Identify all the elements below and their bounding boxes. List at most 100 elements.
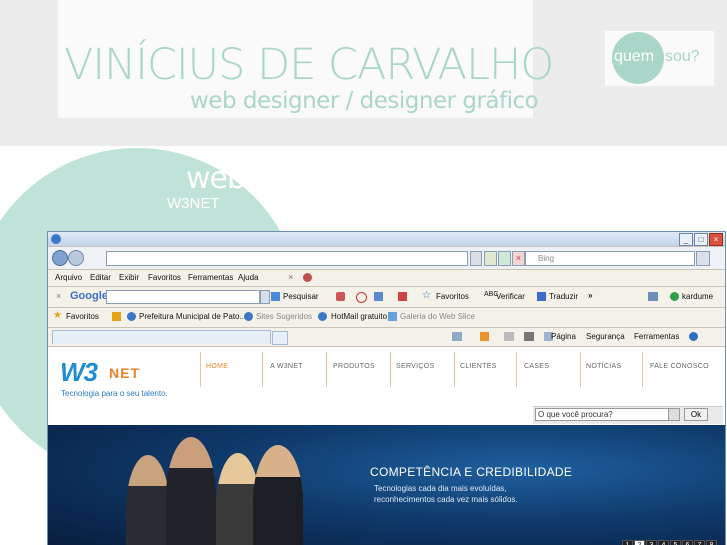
- url-dropdown-icon[interactable]: [470, 251, 482, 266]
- person-image: [126, 455, 170, 545]
- pesquisar-button[interactable]: Pesquisar: [283, 292, 319, 301]
- person-image: [253, 445, 303, 545]
- google-dropdown-icon[interactable]: [260, 290, 270, 304]
- nav-divider: [390, 352, 391, 387]
- nav-divider: [642, 352, 643, 387]
- autofill-icon[interactable]: [398, 292, 407, 301]
- verificar-button[interactable]: Verificar: [496, 292, 525, 301]
- google-favoritos-button[interactable]: Favoritos: [436, 292, 469, 301]
- favorites-bar: ★ Favoritos Prefeitura Municipal de Pato…: [48, 308, 725, 328]
- ie-page-icon: [244, 312, 253, 321]
- nav-divider: [200, 352, 201, 387]
- print-icon[interactable]: [524, 332, 534, 341]
- banner-page-7[interactable]: 7: [694, 540, 705, 545]
- pesquisar-icon: [271, 292, 280, 301]
- more-chevron-icon[interactable]: »: [588, 291, 592, 300]
- webpage-viewport: W3 NET Tecnologia para o seu talento. HO…: [48, 347, 725, 545]
- new-tab-icon[interactable]: [272, 331, 288, 345]
- site-search-input[interactable]: O que você procura?: [535, 408, 679, 421]
- traduzir-button[interactable]: Traduzir: [549, 292, 578, 301]
- popup-blocker-icon[interactable]: [356, 292, 367, 303]
- command-bar: Página Segurança Ferramentas: [48, 328, 725, 347]
- hero-banner: COMPETÊNCIA E CREDIBILIDADE Tecnologias …: [48, 425, 725, 545]
- nav-noticias[interactable]: NOTÍCIAS: [586, 363, 621, 370]
- menu-favoritos[interactable]: Favoritos: [148, 273, 181, 282]
- close-toolbar-icon[interactable]: ×: [288, 272, 293, 282]
- menu-ajuda[interactable]: Ajuda: [238, 273, 258, 282]
- favorites-button[interactable]: Favoritos: [66, 312, 99, 321]
- google-search-input[interactable]: [106, 290, 260, 304]
- ie-page-icon: [127, 312, 136, 321]
- google-toolbar: × Google Pesquisar ☆ Favoritos ABC Verif…: [48, 287, 725, 308]
- favorite-item-webslice[interactable]: Galeria do Web Slice: [400, 312, 475, 321]
- maximize-icon[interactable]: □: [694, 233, 708, 246]
- nav-cases[interactable]: CASES: [524, 363, 549, 370]
- nav-divider: [454, 352, 455, 387]
- pagina-menu[interactable]: Página: [551, 332, 576, 341]
- site-owner-role: web designer / designer gráfico: [190, 88, 539, 114]
- share-icon[interactable]: [374, 292, 383, 301]
- project-category: web site: [186, 161, 305, 196]
- ferramentas-menu[interactable]: Ferramentas: [634, 332, 679, 341]
- about-link-label-sou[interactable]: sou?: [665, 48, 700, 66]
- google-user[interactable]: kardume: [682, 292, 713, 301]
- browser-tab[interactable]: [52, 330, 271, 344]
- minimize-icon[interactable]: _: [679, 233, 693, 246]
- nav-a-w3net[interactable]: A W3NET: [270, 363, 303, 370]
- w3net-logo[interactable]: W3: [60, 357, 98, 388]
- banner-page-5[interactable]: 5: [670, 540, 681, 545]
- add-favorite-icon[interactable]: [112, 312, 121, 321]
- favorite-item-sugeridos[interactable]: Sites Sugeridos: [256, 312, 312, 321]
- back-icon[interactable]: [52, 250, 68, 266]
- search-icon[interactable]: [696, 251, 710, 266]
- banner-page-8[interactable]: 8: [706, 540, 717, 545]
- close-google-toolbar-icon[interactable]: ×: [56, 291, 61, 301]
- home-icon[interactable]: [452, 332, 462, 341]
- nav-servicos[interactable]: SERVIÇOS: [396, 363, 434, 370]
- seguranca-menu[interactable]: Segurança: [586, 332, 625, 341]
- site-owner-name: VINÍCIUS DE CARVALHO: [64, 40, 554, 90]
- about-link-label-quem[interactable]: quem: [614, 48, 654, 66]
- toolbar-addon-icon[interactable]: [303, 273, 312, 282]
- stop-icon[interactable]: ×: [512, 251, 525, 266]
- banner-page-2-active[interactable]: 2: [634, 540, 645, 545]
- search-box[interactable]: Bing: [525, 251, 695, 266]
- help-icon[interactable]: [689, 332, 698, 341]
- banner-line-2: reconhecimentos cada vez mais sólidos.: [374, 495, 518, 504]
- menu-arquivo[interactable]: Arquivo: [55, 273, 82, 282]
- wrench-icon[interactable]: [648, 292, 658, 301]
- nav-divider: [516, 352, 517, 387]
- feeds-icon[interactable]: [480, 332, 489, 341]
- site-search-ok-button[interactable]: Ok: [684, 408, 708, 421]
- nav-divider: [580, 352, 581, 387]
- nav-home[interactable]: HOME: [206, 363, 228, 370]
- favorite-item-hotmail[interactable]: HotMail gratuito: [331, 312, 387, 321]
- toolbar-button-icon[interactable]: [336, 292, 345, 301]
- banner-page-6[interactable]: 6: [682, 540, 693, 545]
- banner-page-4[interactable]: 4: [658, 540, 669, 545]
- close-icon[interactable]: ×: [709, 233, 723, 246]
- banner-line-1: Tecnologias cada dia mais evoluídas,: [374, 484, 507, 493]
- nav-produtos[interactable]: PRODUTOS: [333, 363, 375, 370]
- menu-bar: Arquivo Editar Exibir Favoritos Ferramen…: [48, 270, 725, 287]
- favorite-item-prefeitura[interactable]: Prefeitura Municipal de Pato...: [139, 312, 246, 321]
- site-search-dropdown-icon[interactable]: [668, 408, 680, 421]
- nav-fale-conosco[interactable]: FALE CONOSCO: [650, 363, 709, 370]
- menu-editar[interactable]: Editar: [90, 273, 111, 282]
- refresh-icon[interactable]: [498, 251, 511, 266]
- banner-page-3[interactable]: 3: [646, 540, 657, 545]
- banner-page-1[interactable]: 1: [622, 540, 633, 545]
- w3net-logo-net[interactable]: NET: [109, 365, 140, 381]
- forward-icon[interactable]: [68, 250, 84, 266]
- compat-icon[interactable]: [484, 251, 497, 266]
- translate-icon: [537, 292, 546, 301]
- user-status-icon: [670, 292, 679, 301]
- mail-icon[interactable]: [504, 332, 514, 341]
- banner-title: COMPETÊNCIA E CREDIBILIDADE: [370, 465, 573, 479]
- search-engine-label: Bing: [538, 254, 555, 263]
- nav-clientes[interactable]: CLIENTES: [460, 363, 497, 370]
- ie-logo-icon: [51, 234, 61, 244]
- url-input[interactable]: [106, 251, 468, 266]
- menu-ferramentas[interactable]: Ferramentas: [188, 273, 233, 282]
- menu-exibir[interactable]: Exibir: [119, 273, 139, 282]
